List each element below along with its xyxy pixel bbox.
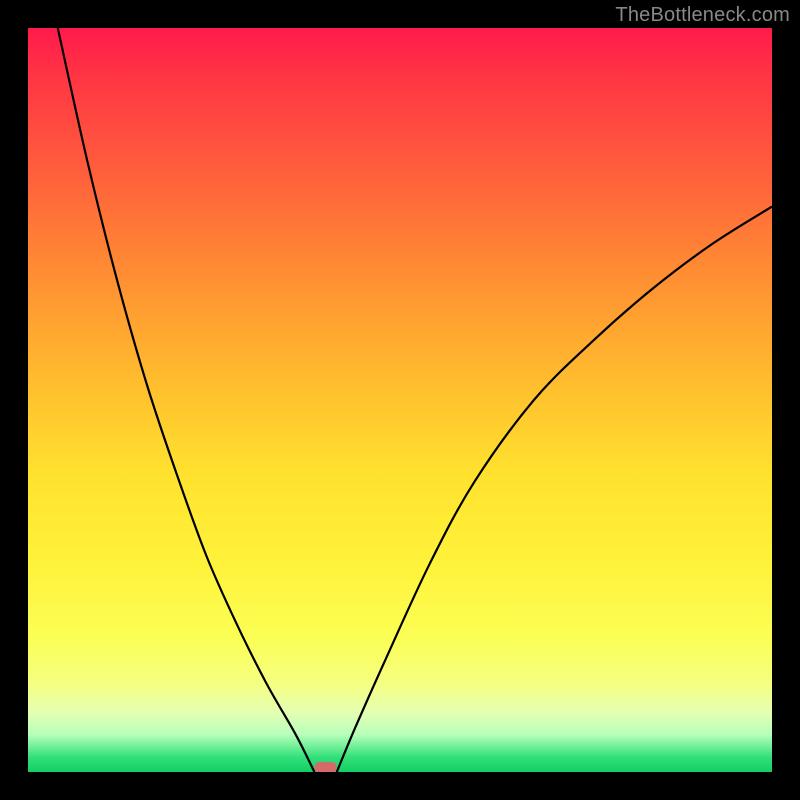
plot-area — [28, 28, 772, 772]
watermark-text: TheBottleneck.com — [615, 4, 790, 27]
bottleneck-marker — [314, 762, 336, 772]
left-branch-curve — [58, 28, 315, 772]
curve-svg — [28, 28, 772, 772]
chart-frame: TheBottleneck.com — [0, 0, 800, 800]
right-branch-curve — [337, 207, 772, 772]
